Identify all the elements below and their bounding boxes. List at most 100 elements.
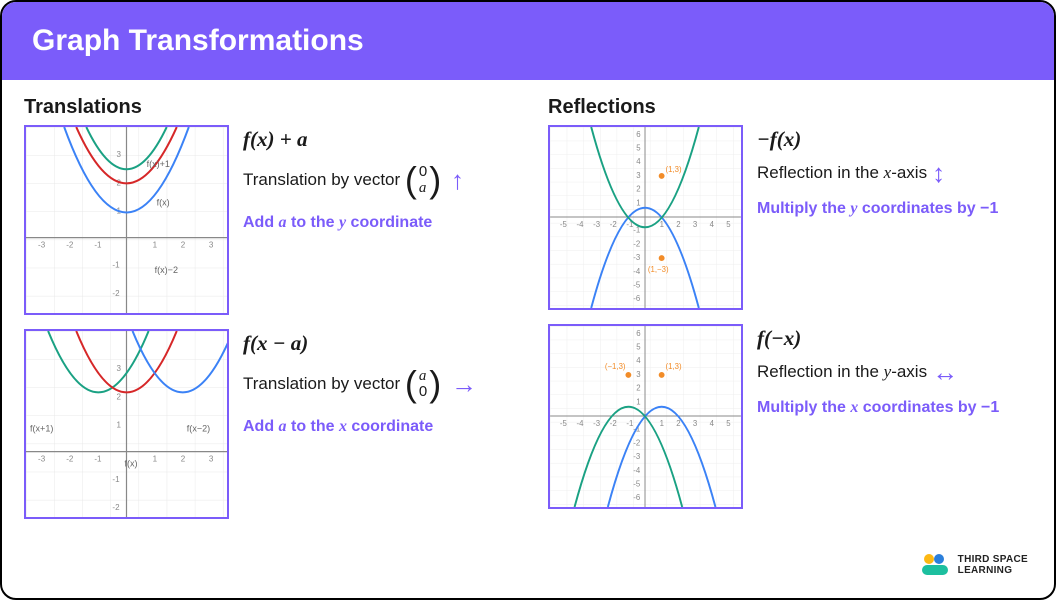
translation-row-horizontal: -1-2-3 123 123 -1-2 f(x+1) f(x) f(x−2) f… bbox=[24, 329, 508, 519]
translation-row-vertical: -1-2-3 123 123 -1-2 f(x)+1 f(x) f(x)−2 f… bbox=[24, 125, 508, 315]
reflections-title: Reflections bbox=[548, 96, 1032, 119]
svg-text:-3: -3 bbox=[633, 452, 640, 461]
svg-text:3: 3 bbox=[209, 241, 214, 250]
svg-text:-1: -1 bbox=[94, 455, 102, 464]
hint: Add a to the y coordinate bbox=[243, 213, 508, 234]
svg-text:4: 4 bbox=[710, 220, 715, 229]
svg-text:-5: -5 bbox=[560, 220, 568, 229]
svg-text:f(x): f(x) bbox=[157, 197, 170, 207]
desc-text: Reflection in the y-axis↔ bbox=[757, 355, 1032, 390]
svg-text:1: 1 bbox=[116, 421, 121, 430]
svg-text:1: 1 bbox=[660, 419, 664, 428]
svg-text:f(x−2): f(x−2) bbox=[187, 424, 210, 434]
svg-text:-3: -3 bbox=[633, 253, 640, 262]
svg-text:-3: -3 bbox=[38, 241, 46, 250]
svg-text:1: 1 bbox=[153, 455, 158, 464]
translation-vertical-desc: f(x) + a Translation by vector (0a) ↑ Ad… bbox=[243, 125, 508, 233]
svg-text:4: 4 bbox=[710, 419, 715, 428]
svg-text:1: 1 bbox=[153, 241, 158, 250]
svg-text:-5: -5 bbox=[633, 479, 641, 488]
svg-text:f(x): f(x) bbox=[124, 459, 137, 469]
svg-text:3: 3 bbox=[116, 364, 121, 373]
svg-text:5: 5 bbox=[636, 143, 641, 152]
svg-text:-2: -2 bbox=[66, 241, 74, 250]
hint: Multiply the x coordinates by −1 bbox=[757, 398, 1032, 419]
header: Graph Transformations bbox=[2, 2, 1054, 80]
plot-translation-horizontal: -1-2-3 123 123 -1-2 f(x+1) f(x) f(x−2) bbox=[24, 329, 229, 519]
translations-title: Translations bbox=[24, 96, 508, 119]
svg-text:2: 2 bbox=[116, 392, 121, 401]
updown-arrow-icon: ↕ bbox=[932, 156, 945, 191]
svg-text:3: 3 bbox=[636, 370, 640, 379]
svg-text:4: 4 bbox=[636, 356, 641, 365]
svg-text:3: 3 bbox=[693, 419, 697, 428]
svg-text:5: 5 bbox=[726, 419, 731, 428]
svg-text:-3: -3 bbox=[593, 220, 600, 229]
svg-text:3: 3 bbox=[693, 220, 697, 229]
desc-text: Reflection in the x-axis↕ bbox=[757, 156, 1032, 191]
desc-text: Translation by vector (a0) → bbox=[243, 360, 508, 409]
svg-text:-2: -2 bbox=[633, 239, 640, 248]
formula: f(x) + a bbox=[243, 127, 508, 152]
svg-text:3: 3 bbox=[636, 171, 640, 180]
brand-logo: THIRD SPACELEARNING bbox=[920, 554, 1028, 576]
reflection-row-xaxis: -5-4-3-2-1 12345 123456 -1-2-3-4-5-6 (1,… bbox=[548, 125, 1032, 310]
plot-reflection-yaxis: -5-4-3-2-1 12345 123456 -1-2-3-4-5-6 (−1… bbox=[548, 324, 743, 509]
reflection-row-yaxis: -5-4-3-2-1 12345 123456 -1-2-3-4-5-6 (−1… bbox=[548, 324, 1032, 509]
svg-text:2: 2 bbox=[676, 419, 680, 428]
svg-text:6: 6 bbox=[636, 329, 640, 338]
svg-text:(1,3): (1,3) bbox=[666, 165, 682, 174]
right-arrow-icon: → bbox=[451, 367, 477, 402]
svg-text:-2: -2 bbox=[66, 455, 74, 464]
content: Translations -1-2-3 123 123 -1-2 f(x)+1 … bbox=[2, 80, 1054, 543]
translations-column: Translations -1-2-3 123 123 -1-2 f(x)+1 … bbox=[24, 96, 508, 533]
svg-text:-4: -4 bbox=[633, 466, 641, 475]
svg-text:-1: -1 bbox=[112, 475, 120, 484]
svg-text:1: 1 bbox=[636, 198, 640, 207]
reflections-column: Reflections -5-4-3-2-1 12345 123456 -1-2… bbox=[548, 96, 1032, 533]
svg-text:(1,3): (1,3) bbox=[666, 362, 682, 371]
svg-text:-2: -2 bbox=[112, 503, 120, 512]
svg-text:-6: -6 bbox=[633, 493, 640, 502]
svg-text:-5: -5 bbox=[633, 280, 641, 289]
formula: −f(x) bbox=[757, 127, 1032, 152]
svg-text:5: 5 bbox=[726, 220, 731, 229]
svg-text:-2: -2 bbox=[633, 438, 640, 447]
svg-text:-6: -6 bbox=[633, 294, 640, 303]
svg-text:1: 1 bbox=[660, 220, 664, 229]
svg-text:-1: -1 bbox=[112, 261, 120, 270]
svg-text:2: 2 bbox=[181, 455, 186, 464]
svg-text:1: 1 bbox=[636, 397, 640, 406]
svg-text:-1: -1 bbox=[94, 241, 102, 250]
svg-text:f(x+1): f(x+1) bbox=[30, 424, 53, 434]
svg-text:-5: -5 bbox=[560, 419, 568, 428]
svg-text:-2: -2 bbox=[112, 289, 120, 298]
svg-text:4: 4 bbox=[636, 157, 641, 166]
svg-text:5: 5 bbox=[636, 342, 641, 351]
svg-text:-3: -3 bbox=[593, 419, 600, 428]
plot-reflection-xaxis: -5-4-3-2-1 12345 123456 -1-2-3-4-5-6 (1,… bbox=[548, 125, 743, 310]
svg-text:2: 2 bbox=[676, 220, 680, 229]
svg-text:-2: -2 bbox=[610, 419, 617, 428]
svg-text:-4: -4 bbox=[577, 220, 585, 229]
svg-text:-2: -2 bbox=[610, 220, 617, 229]
svg-text:(1,−3): (1,−3) bbox=[648, 265, 669, 274]
reflection-yaxis-desc: f(−x) Reflection in the y-axis↔ Multiply… bbox=[757, 324, 1032, 419]
translation-horizontal-desc: f(x − a) Translation by vector (a0) → Ad… bbox=[243, 329, 508, 437]
vector: (a0) bbox=[405, 360, 441, 409]
svg-text:2: 2 bbox=[636, 185, 640, 194]
svg-text:6: 6 bbox=[636, 130, 640, 139]
svg-text:2: 2 bbox=[181, 241, 186, 250]
up-arrow-icon: ↑ bbox=[451, 163, 464, 198]
formula: f(x − a) bbox=[243, 331, 508, 356]
formula: f(−x) bbox=[757, 326, 1032, 351]
desc-text: Translation by vector (0a) ↑ bbox=[243, 156, 508, 205]
hint: Add a to the x coordinate bbox=[243, 417, 508, 438]
plot-translation-vertical: -1-2-3 123 123 -1-2 f(x)+1 f(x) f(x)−2 bbox=[24, 125, 229, 315]
svg-text:3: 3 bbox=[209, 455, 214, 464]
svg-text:(−1,3): (−1,3) bbox=[605, 362, 626, 371]
reflection-xaxis-desc: −f(x) Reflection in the x-axis↕ Multiply… bbox=[757, 125, 1032, 220]
vector: (0a) bbox=[405, 156, 441, 205]
svg-text:2: 2 bbox=[636, 384, 640, 393]
svg-text:3: 3 bbox=[116, 150, 121, 159]
